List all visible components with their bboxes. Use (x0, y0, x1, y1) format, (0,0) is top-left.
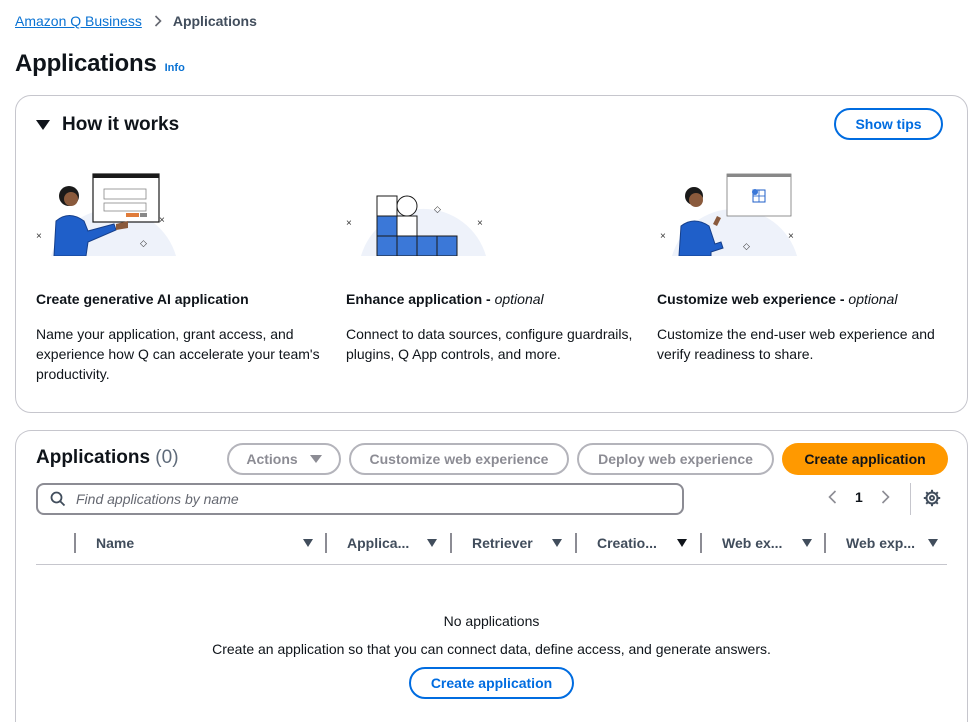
column-divider (575, 533, 577, 553)
page-title: Applications (15, 50, 157, 77)
sort-icon (427, 539, 437, 547)
column-label: Name (96, 535, 135, 551)
column-label: Web ex... (722, 535, 783, 551)
svg-text:×: × (346, 218, 352, 229)
column-label: Web exp... (846, 535, 915, 551)
applications-title-text: Applications (36, 447, 151, 468)
column-header-application[interactable]: Applica... (347, 529, 452, 557)
sort-descending-icon (677, 539, 687, 547)
sort-icon (802, 539, 812, 547)
actions-label: Actions (246, 451, 298, 467)
svg-text:×: × (477, 218, 483, 229)
create-application-button[interactable]: Create application (782, 443, 948, 475)
how-it-works-toggle[interactable]: How it works (36, 114, 179, 136)
info-link[interactable]: Info (165, 62, 185, 74)
svg-text:×: × (660, 231, 666, 242)
column-divider (824, 533, 826, 553)
search-icon (50, 491, 66, 507)
applications-count: (0) (155, 447, 179, 468)
breadcrumb: Amazon Q Business Applications (15, 13, 257, 29)
blocks-illustration-icon: × × ◇ (346, 166, 496, 257)
column-divider (450, 533, 452, 553)
chevron-left-icon[interactable] (828, 490, 837, 504)
svg-text:×: × (788, 231, 794, 242)
chevron-right-icon[interactable] (881, 490, 890, 504)
applications-table-panel: Applications (0) Actions Customize web e… (15, 430, 968, 722)
step-title: Customize web experience - optional (657, 291, 947, 307)
breadcrumb-link-amazon-q-business[interactable]: Amazon Q Business (15, 13, 142, 29)
column-header-retriever[interactable]: Retriever (472, 529, 577, 557)
caret-down-icon (36, 120, 50, 130)
step-description: Connect to data sources, configure guard… (346, 326, 633, 362)
page-header: Applications Info (15, 50, 185, 78)
svg-text:×: × (36, 231, 42, 242)
column-label: Creatio... (597, 535, 657, 551)
person-with-web-page-illustration-icon: × × ◇ (657, 166, 807, 257)
empty-state-title: No applications (443, 613, 540, 629)
caret-down-icon (309, 455, 322, 463)
optional-label: optional (494, 291, 544, 307)
empty-state-description: Create an application so that you can co… (212, 641, 771, 657)
column-label: Retriever (472, 535, 533, 551)
sort-icon (303, 539, 313, 547)
empty-create-application-button[interactable]: Create application (409, 667, 574, 699)
optional-label: optional (848, 291, 898, 307)
column-header-web-experience-2[interactable]: Web exp... (846, 529, 946, 557)
step-customize-web-experience: × × ◇ Customize web experience - optiona… (657, 166, 947, 364)
breadcrumb-current: Applications (172, 13, 257, 29)
step-description: Name your application, grant access, and… (36, 326, 320, 382)
column-divider (74, 533, 76, 553)
step-title-text: Enhance application - (346, 291, 495, 307)
chevron-right-icon (154, 15, 162, 27)
sort-icon (552, 539, 562, 547)
step-title: Create generative AI application (36, 291, 326, 307)
column-header-name[interactable]: Name (96, 529, 326, 557)
column-divider (325, 533, 327, 553)
column-header-web-experience[interactable]: Web ex... (722, 529, 827, 557)
svg-text:◇: ◇ (140, 238, 147, 248)
customize-web-experience-button[interactable]: Customize web experience (349, 443, 569, 475)
step-enhance-application: × × ◇ Enhance application - optional Con… (346, 166, 636, 364)
step-title-text: Create generative AI application (36, 291, 249, 307)
pagination: 1 (828, 489, 890, 505)
empty-state: No applications Create an application so… (16, 613, 967, 657)
column-label: Applica... (347, 535, 410, 551)
table-header: Name Applica... Retriever Creatio... Web… (36, 529, 947, 565)
svg-text:×: × (159, 215, 165, 226)
svg-text:◇: ◇ (743, 241, 750, 251)
how-it-works-panel: How it works Show tips × × ◇ Create gene… (15, 95, 968, 413)
show-tips-button[interactable]: Show tips (834, 108, 943, 140)
step-title: Enhance application - optional (346, 291, 636, 307)
actions-dropdown-button[interactable]: Actions (227, 443, 341, 475)
applications-table-title: Applications (0) (36, 447, 179, 469)
search-input[interactable] (76, 491, 636, 507)
step-title-text: Customize web experience - (657, 291, 849, 307)
column-header-creation[interactable]: Creatio... (597, 529, 702, 557)
how-it-works-title: How it works (62, 114, 180, 135)
page-number[interactable]: 1 (855, 489, 863, 505)
column-divider (700, 533, 702, 553)
deploy-web-experience-button[interactable]: Deploy web experience (577, 443, 774, 475)
search-field[interactable] (36, 483, 684, 515)
step-create-application: × × ◇ Create generative AI application N… (36, 166, 326, 384)
sort-icon (928, 539, 938, 547)
pagination-divider (910, 483, 911, 515)
settings-gear-icon[interactable] (923, 489, 941, 507)
step-description: Customize the end-user web experience an… (657, 326, 935, 362)
person-with-form-illustration-icon: × × ◇ (36, 166, 186, 257)
svg-text:◇: ◇ (434, 204, 441, 214)
